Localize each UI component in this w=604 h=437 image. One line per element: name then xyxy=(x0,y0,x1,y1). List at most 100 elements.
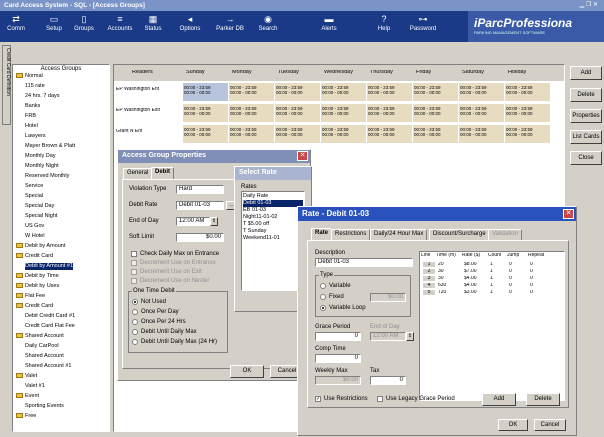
tree-item[interactable]: Lawyers xyxy=(25,133,45,140)
rate-table-cell[interactable]: 4 xyxy=(423,283,435,288)
violation-type-field[interactable]: Hard xyxy=(176,185,224,194)
rate-table-cell[interactable]: 720 xyxy=(438,290,446,295)
tree-item[interactable]: Service xyxy=(25,183,43,190)
grid-column-header[interactable]: Thursday xyxy=(370,70,393,75)
decrement-exit-checkbox[interactable] xyxy=(131,269,137,275)
window-controls[interactable]: ▁ ❐ ✕ xyxy=(570,1,598,10)
grid-column-header[interactable]: Tuesday xyxy=(278,70,299,75)
tree-item[interactable]: Shared Account xyxy=(25,353,64,360)
rate-table-cell[interactable]: 2 xyxy=(423,269,435,274)
grid-schedule-cell[interactable]: 00:00 - 23:59 00:00 - 00:00 xyxy=(183,125,228,143)
tree-item[interactable]: Valet #1 xyxy=(25,383,45,390)
rate-table-cell[interactable]: 0 xyxy=(509,290,512,295)
tree-item[interactable]: Special xyxy=(25,193,43,200)
rate-table-cell[interactable]: $7.00 xyxy=(464,269,477,274)
rate-table-cell[interactable]: 0 xyxy=(509,262,512,267)
rate-table-cell[interactable]: 30 xyxy=(438,276,444,281)
tree-item[interactable]: FRB xyxy=(25,113,36,120)
use-restrictions-checkbox[interactable]: ✓ xyxy=(315,396,321,402)
end-of-day-field[interactable]: 12:00 AM xyxy=(176,217,210,226)
debit-until-max-24-radio[interactable] xyxy=(132,339,138,345)
grid-schedule-cell[interactable]: 00:00 - 23:59 00:00 - 00:00 xyxy=(413,125,458,143)
not-used-radio[interactable] xyxy=(132,299,138,305)
tree-item[interactable]: Special Night xyxy=(25,213,57,220)
grid-column-header[interactable]: Sunday xyxy=(186,70,205,75)
properties-button[interactable]: Properties xyxy=(570,109,602,123)
grid-column-header[interactable]: Wednesday xyxy=(324,70,353,75)
rate-table-cell[interactable]: 0 xyxy=(509,283,512,288)
grid-reader-name[interactable]: EP Washington Exit xyxy=(116,108,160,113)
soft-limit-field[interactable]: $0.00 xyxy=(176,233,224,242)
rate-table-cell[interactable]: 1 xyxy=(490,290,493,295)
legacy-grace-checkbox[interactable] xyxy=(377,396,383,402)
tree-item[interactable]: 115 rate xyxy=(25,83,45,90)
ok-button[interactable]: OK xyxy=(230,365,264,378)
tree-item[interactable]: Banks xyxy=(25,103,40,110)
grid-schedule-cell[interactable]: 00:00 - 23:59 00:00 - 00:00 xyxy=(505,83,550,101)
grid-reader-name[interactable]: Grant N Ent xyxy=(116,129,142,134)
weekly-max-field[interactable]: $0.00 xyxy=(315,376,361,385)
tab-general[interactable]: General xyxy=(123,168,153,179)
grid-schedule-cell[interactable]: 00:00 - 23:59 00:00 - 00:00 xyxy=(229,83,274,101)
tab-daily-max[interactable]: Daily/24 Hour Max xyxy=(370,229,428,240)
rate-table-cell[interactable]: 630 xyxy=(438,283,446,288)
toolbar-search[interactable]: ◉ Search xyxy=(248,14,288,32)
tree-item[interactable]: Shared Account #1 xyxy=(25,363,71,370)
once-per-day-radio[interactable] xyxy=(132,309,138,315)
type-variable-radio[interactable] xyxy=(320,283,326,289)
rate-table-cell[interactable]: 0 xyxy=(509,269,512,274)
tree-item[interactable]: Debit by Time xyxy=(16,273,59,280)
rate-table-cell[interactable]: 30 xyxy=(438,269,444,274)
rate-table-cell[interactable]: 1 xyxy=(423,262,435,267)
type-variable-loop-radio[interactable] xyxy=(320,305,326,311)
rate-table-cell[interactable]: $8.00 xyxy=(464,262,477,267)
fixed-amount-field[interactable]: $0.00 xyxy=(370,293,406,302)
tree-item[interactable]: Mayer Brown & Platt xyxy=(25,143,75,150)
debit-until-max-radio[interactable] xyxy=(132,329,138,335)
tree-item[interactable]: W Hotel xyxy=(25,233,45,240)
grid-schedule-cell[interactable]: 00:00 - 23:59 00:00 - 00:00 xyxy=(367,83,412,101)
grid-schedule-cell[interactable]: 00:00 - 23:59 00:00 - 00:00 xyxy=(413,104,458,122)
grid-column-header[interactable]: Saturday xyxy=(462,70,484,75)
tree-item[interactable]: Debit by Amount xyxy=(16,243,65,250)
add-button[interactable]: Add xyxy=(570,66,602,80)
tree-item[interactable]: US Gov xyxy=(25,223,44,230)
rate-list-item[interactable]: Weekend11-01 xyxy=(243,235,303,242)
rate-delete-button[interactable]: Delete xyxy=(526,393,560,406)
close-icon[interactable]: ✕ xyxy=(297,151,308,161)
toolbar-password[interactable]: ⊶ Password xyxy=(403,14,443,32)
grid-column-header[interactable]: Readers xyxy=(132,70,153,75)
tree-item[interactable]: Event xyxy=(16,393,39,400)
rate-table-cell[interactable]: 1 xyxy=(490,269,493,274)
tree-item[interactable]: Monthly Night xyxy=(25,163,59,170)
rate-cancel-button[interactable]: Cancel xyxy=(534,419,566,431)
toolbar-alerts[interactable]: ▬ Alerts xyxy=(309,14,349,32)
list-cards-button[interactable]: List Cards xyxy=(570,130,602,144)
rate-table-cell[interactable]: 0 xyxy=(530,276,533,281)
close-icon[interactable]: ✕ xyxy=(563,209,574,219)
tree-item[interactable]: Free xyxy=(16,413,36,420)
tree-item[interactable]: Normal xyxy=(16,73,43,80)
tree-item[interactable]: Monthly Day xyxy=(25,153,56,160)
rate-table[interactable]: Line Time (m) Rate ($) Count Jump Repeat 1 20 $8… xyxy=(419,251,565,401)
tree-item[interactable]: Flat Fee xyxy=(16,293,45,300)
tab-rate[interactable]: Rate xyxy=(311,228,333,240)
tax-field[interactable]: 0 xyxy=(370,376,406,385)
grid-column-header[interactable]: Friday xyxy=(416,70,431,75)
rate-table-cell[interactable]: 0 xyxy=(530,283,533,288)
tree-item[interactable]: Debit by Amount #1 xyxy=(25,263,74,270)
once-per-24-radio[interactable] xyxy=(132,319,138,325)
rate-table-cell[interactable]: 3 xyxy=(423,276,435,281)
time-spinner[interactable]: ⇕ xyxy=(210,217,218,226)
grid-schedule-cell[interactable]: 00:00 - 23:59 00:00 - 00:00 xyxy=(229,125,274,143)
grid-schedule-cell[interactable]: 00:00 - 23:59 00:00 - 00:00 xyxy=(505,125,550,143)
grid-reader-name[interactable]: EP Washington Ent xyxy=(116,87,159,92)
tree-item[interactable]: Hotel xyxy=(25,123,38,130)
rate-table-cell[interactable]: 0 xyxy=(509,276,512,281)
tab-validation[interactable]: Validation xyxy=(488,229,522,240)
rate-table-cell[interactable]: 20 xyxy=(438,262,444,267)
toolbar-options[interactable]: ◂ Options xyxy=(170,14,210,32)
tree-item[interactable]: 24 hrs. 7 days xyxy=(25,93,60,100)
tree-item[interactable]: Special Day xyxy=(25,203,54,210)
tree-item[interactable]: Valet xyxy=(16,373,37,380)
